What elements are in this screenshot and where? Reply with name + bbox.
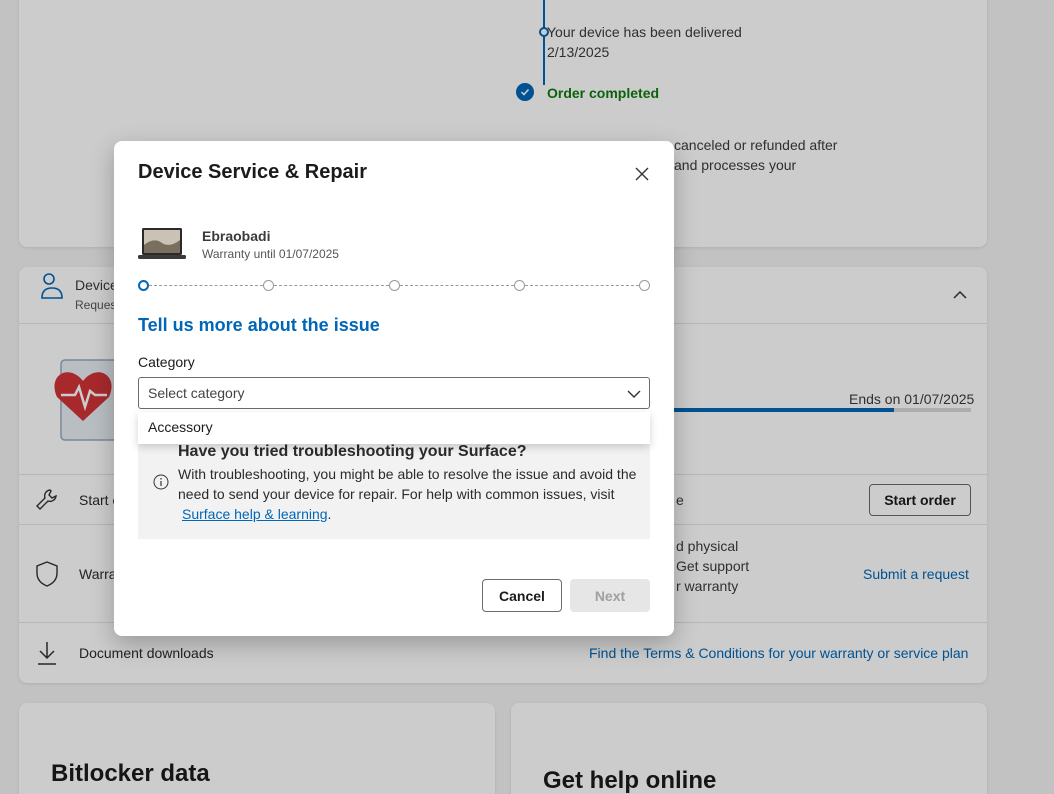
category-dropdown-list: Accessory bbox=[138, 412, 650, 444]
step-connector bbox=[149, 285, 264, 286]
step-dot-1 bbox=[138, 280, 149, 291]
chevron-down-icon bbox=[627, 390, 641, 398]
cancel-button[interactable]: Cancel bbox=[482, 579, 562, 612]
step-dot-5 bbox=[639, 280, 650, 291]
step-connector bbox=[524, 285, 639, 286]
warranty-until: Warranty until 01/07/2025 bbox=[202, 247, 339, 261]
step-progress bbox=[138, 280, 650, 292]
tip-title: Have you tried troubleshooting your Surf… bbox=[178, 443, 527, 460]
close-icon bbox=[635, 167, 649, 181]
step-dot-3 bbox=[388, 280, 400, 291]
dialog-title: Device Service & Repair bbox=[138, 161, 368, 183]
category-label: Category bbox=[138, 354, 195, 370]
step-connector bbox=[399, 285, 514, 286]
troubleshooting-tip: Have you tried troubleshooting your Surf… bbox=[138, 431, 650, 539]
category-select[interactable]: Select category bbox=[138, 377, 650, 409]
laptop-image bbox=[138, 227, 186, 266]
device-name: Ebraobadi bbox=[202, 228, 271, 244]
service-repair-dialog: Device Service & Repair Ebraobadi Warran… bbox=[114, 141, 674, 636]
surface-help-link[interactable]: Surface help & learning bbox=[182, 506, 328, 522]
dropdown-option-accessory[interactable]: Accessory bbox=[148, 419, 213, 435]
step-dot-2 bbox=[263, 280, 275, 291]
section-heading: Tell us more about the issue bbox=[138, 315, 380, 335]
next-button[interactable]: Next bbox=[570, 579, 650, 612]
category-placeholder: Select category bbox=[148, 385, 245, 401]
step-connector bbox=[274, 285, 389, 286]
info-icon bbox=[153, 474, 169, 495]
tip-body: With troubleshooting, you might be able … bbox=[178, 466, 637, 522]
step-dot-4 bbox=[513, 280, 525, 291]
close-button[interactable] bbox=[629, 161, 655, 187]
